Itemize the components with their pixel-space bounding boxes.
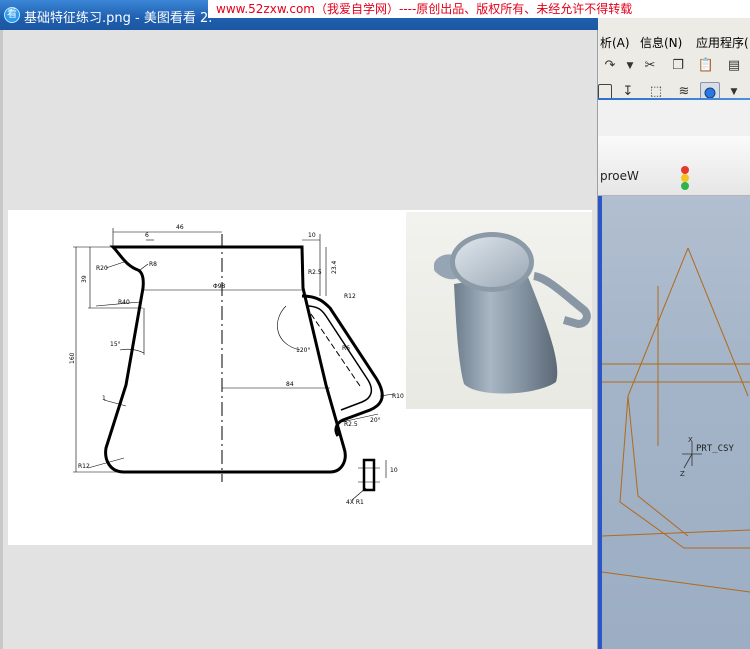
- dim-text: R2.5: [308, 269, 322, 276]
- dim-text: R2.5: [344, 421, 358, 428]
- paste-special-icon[interactable]: ▤: [724, 56, 744, 76]
- viewer-app-icon: 看: [4, 7, 20, 23]
- dim-text: Φ98: [213, 283, 226, 290]
- viewer-edge: [0, 30, 3, 649]
- proe-window: 析(A) 信息(N) 应用程序( ↷ ▼ ✂ ❐ 📋 ▤ ↧ ⬚ ≋ ▼ pro…: [598, 18, 750, 649]
- dim-text: 10: [390, 467, 398, 474]
- engineering-drawing: 46 6 10 R20 R8 39 R40 Φ98 15° 160 1 R12 …: [69, 224, 404, 506]
- viewer-window-title: 基础特征练习.png - 美图看看 2.: [24, 11, 213, 26]
- dim-text: 160: [69, 352, 76, 364]
- dropdown-arrow-icon[interactable]: ▼: [620, 56, 640, 76]
- dim-text: R12: [344, 293, 356, 300]
- dim-text: 10: [308, 232, 316, 239]
- model-edge: [619, 247, 750, 549]
- dim-text: 15°: [110, 341, 121, 348]
- dim-text: 84: [286, 381, 294, 388]
- proe-menubar: 析(A) 信息(N) 应用程序(: [598, 30, 750, 52]
- proe-tab-label[interactable]: proeW: [600, 169, 639, 183]
- watermark-banner: www.52zxw.com（我爱自学网）----原创出品、版权所有、未经允许不得…: [208, 0, 750, 18]
- dim-text: R12: [78, 463, 90, 470]
- proe-toolbar-1: ↷ ▼ ✂ ❐ 📋 ▤: [598, 56, 750, 82]
- csys-axis-x: X: [688, 436, 693, 444]
- menu-analysis[interactable]: 析(A): [600, 34, 630, 51]
- dim-text: 4X R1: [346, 499, 364, 506]
- dim-text: 120°: [296, 347, 310, 354]
- redo-icon[interactable]: ↷: [600, 56, 620, 76]
- pitcher-opening: [455, 237, 529, 287]
- cut-icon[interactable]: ✂: [640, 56, 660, 76]
- 3d-render-preview: [406, 212, 592, 409]
- model-edge: [601, 529, 750, 537]
- model-edge: [687, 247, 749, 397]
- dim-text: 1: [102, 395, 106, 402]
- graphics-border: [598, 196, 602, 649]
- dim-text: 46: [176, 224, 184, 231]
- dim-text: 6: [145, 232, 149, 239]
- dim-text: 39: [81, 275, 88, 283]
- dim-text: R40: [118, 299, 130, 306]
- csys-label: PRT_CSY: [696, 444, 735, 454]
- dim-text: R8: [149, 261, 157, 268]
- displayed-image[interactable]: 46 6 10 R20 R8 39 R40 Φ98 15° 160 1 R12 …: [8, 210, 592, 545]
- leader-r8: [139, 263, 149, 271]
- dim-text: 23.4: [331, 260, 338, 274]
- vessel-outline: [104, 245, 347, 474]
- menu-info[interactable]: 信息(N): [640, 34, 682, 51]
- leader-r20: [105, 261, 125, 269]
- dim-120deg: [277, 305, 301, 351]
- image-viewer-window: 看 基础特征练习.png - 美图看看 2. 46 6 10 R20 R8 39…: [0, 0, 598, 649]
- desktop: 看 基础特征练习.png - 美图看看 2. 46 6 10 R20 R8 39…: [0, 0, 750, 649]
- proe-graphics-area[interactable]: PRT_CSY X Z: [598, 196, 750, 649]
- regen-status-icon[interactable]: [680, 164, 690, 190]
- dim-text: R20: [96, 265, 108, 272]
- dim-text: 20°: [370, 417, 381, 424]
- dim-text: R10: [392, 393, 404, 400]
- section-detail: [362, 458, 376, 492]
- dim-text: R6: [342, 345, 350, 352]
- pitcher-render: [434, 232, 591, 394]
- model-wireframe: PRT_CSY X Z: [601, 247, 750, 593]
- proe-model-tabs: proeW: [598, 136, 750, 196]
- model-edge: [601, 571, 750, 593]
- csys-axis-z: Z: [680, 470, 685, 478]
- handle-outer: [301, 294, 384, 437]
- menu-apps[interactable]: 应用程序(: [696, 34, 749, 51]
- paste-icon[interactable]: 📋: [696, 56, 716, 76]
- copy-icon[interactable]: ❐: [668, 56, 688, 76]
- leader-thickness: [103, 399, 127, 407]
- proe-tab-area: [598, 100, 750, 136]
